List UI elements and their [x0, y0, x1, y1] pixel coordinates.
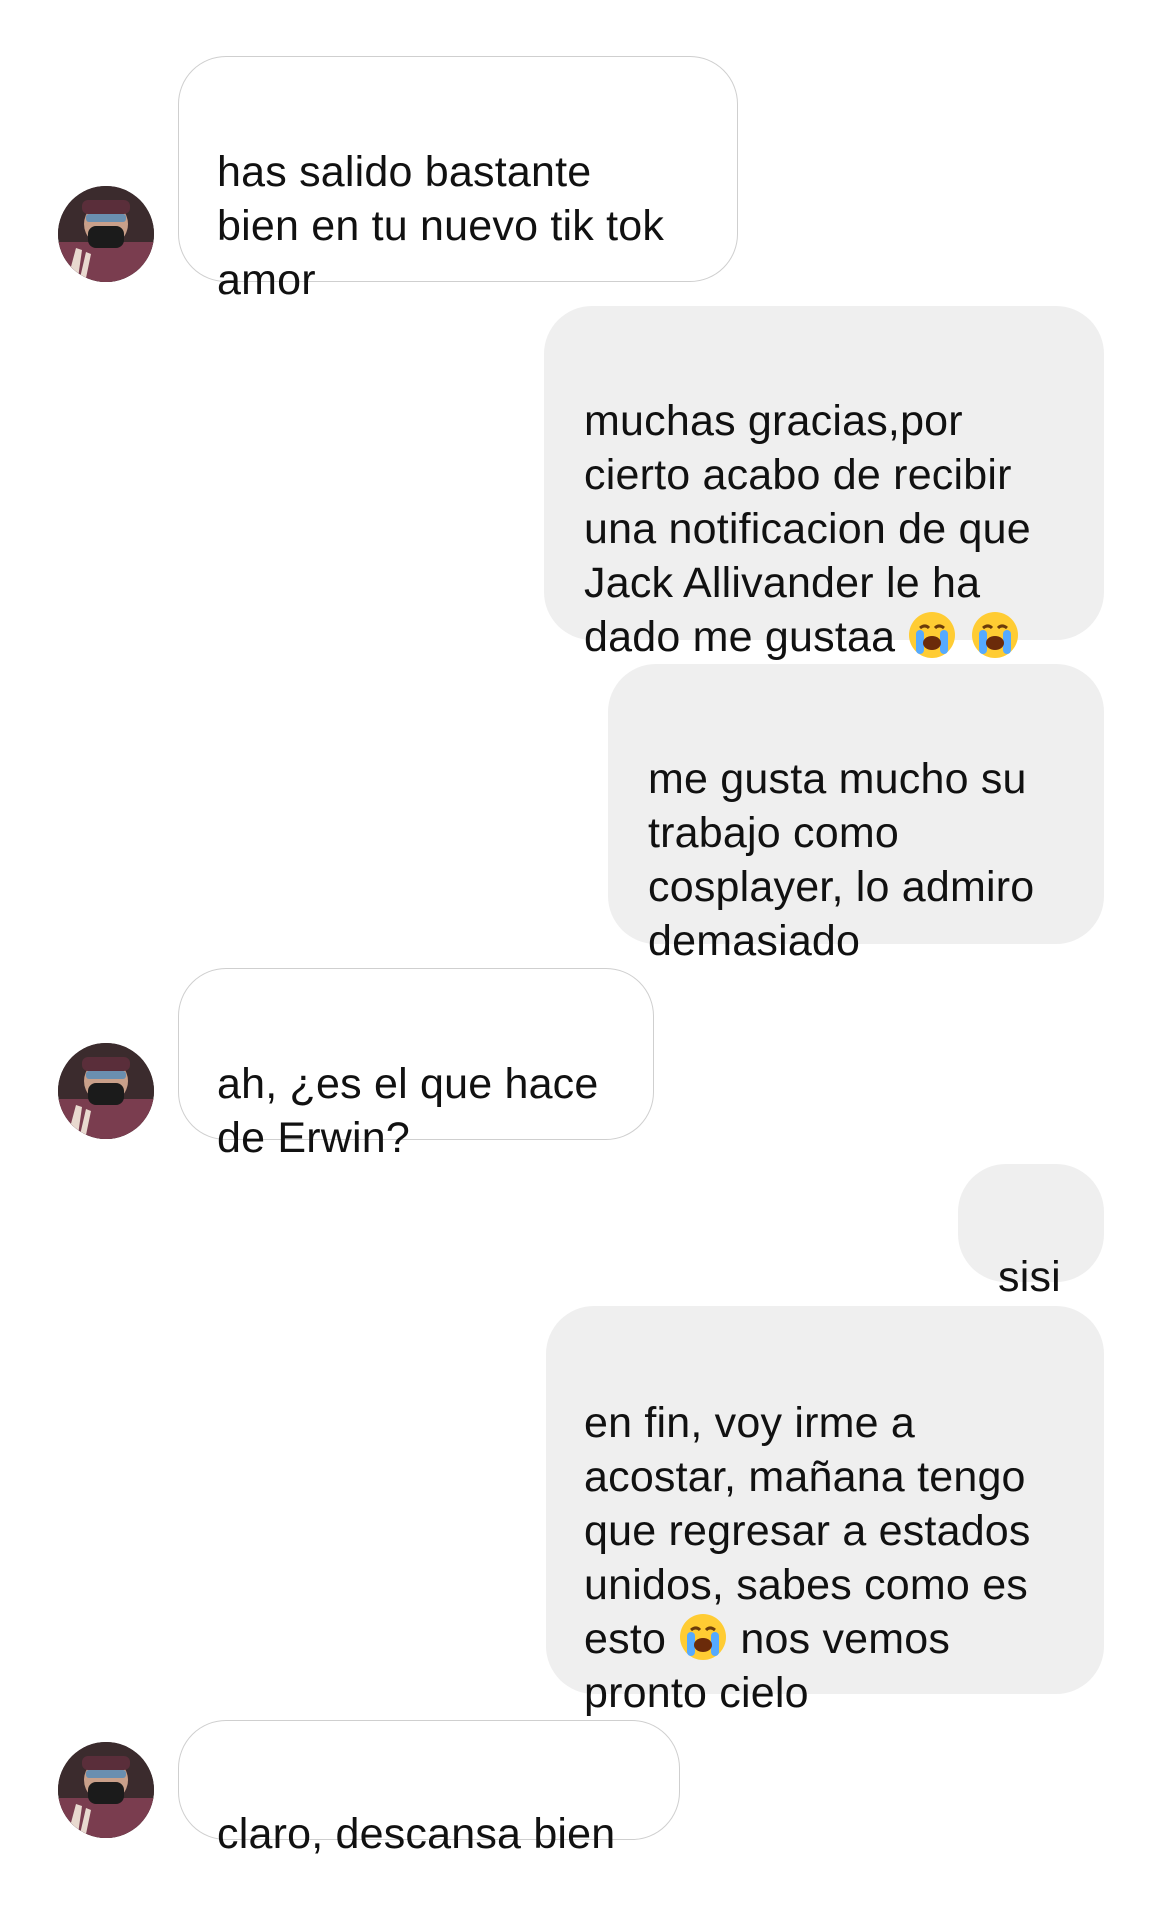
contact-avatar-icon — [58, 1742, 154, 1838]
message-text: ah, ¿es el que hace de Erwin? — [217, 1060, 599, 1162]
message-text: has salido bastante bien en tu nuevo tik… — [217, 148, 665, 304]
outgoing-message-bubble[interactable]: muchas gracias,por cierto acabo de recib… — [544, 306, 1104, 661]
contact-avatar-icon — [58, 1043, 154, 1139]
outgoing-message-bubble[interactable]: en fin, voy irme a acostar, mañana tengo… — [546, 1306, 1104, 1717]
message-text: muchas gracias,por cierto acabo de recib… — [584, 397, 1031, 661]
loudly-crying-face-emoji — [907, 610, 957, 660]
incoming-message-bubble[interactable]: has salido bastante bien en tu nuevo tik… — [178, 56, 738, 304]
loudly-crying-face-emoji — [970, 610, 1020, 660]
contact-avatar[interactable] — [58, 186, 154, 282]
message-thread: has salido bastante bien en tu nuevo tik… — [0, 0, 1154, 1920]
message-text: claro, descansa bien — [217, 1810, 616, 1858]
contact-avatar-icon — [58, 186, 154, 282]
contact-avatar[interactable] — [58, 1742, 154, 1838]
incoming-message-bubble[interactable]: ah, ¿es el que hace de Erwin? — [178, 968, 654, 1162]
outgoing-message-bubble[interactable]: me gusta mucho su trabajo como cosplayer… — [608, 664, 1104, 965]
message-text: me gusta mucho su trabajo como cosplayer… — [648, 755, 1035, 965]
incoming-message-bubble[interactable]: claro, descansa bien — [178, 1720, 680, 1858]
outgoing-message-bubble[interactable]: sisi — [958, 1164, 1104, 1301]
message-text: sisi — [998, 1253, 1061, 1301]
loudly-crying-face-emoji — [678, 1612, 728, 1662]
contact-avatar[interactable] — [58, 1043, 154, 1139]
